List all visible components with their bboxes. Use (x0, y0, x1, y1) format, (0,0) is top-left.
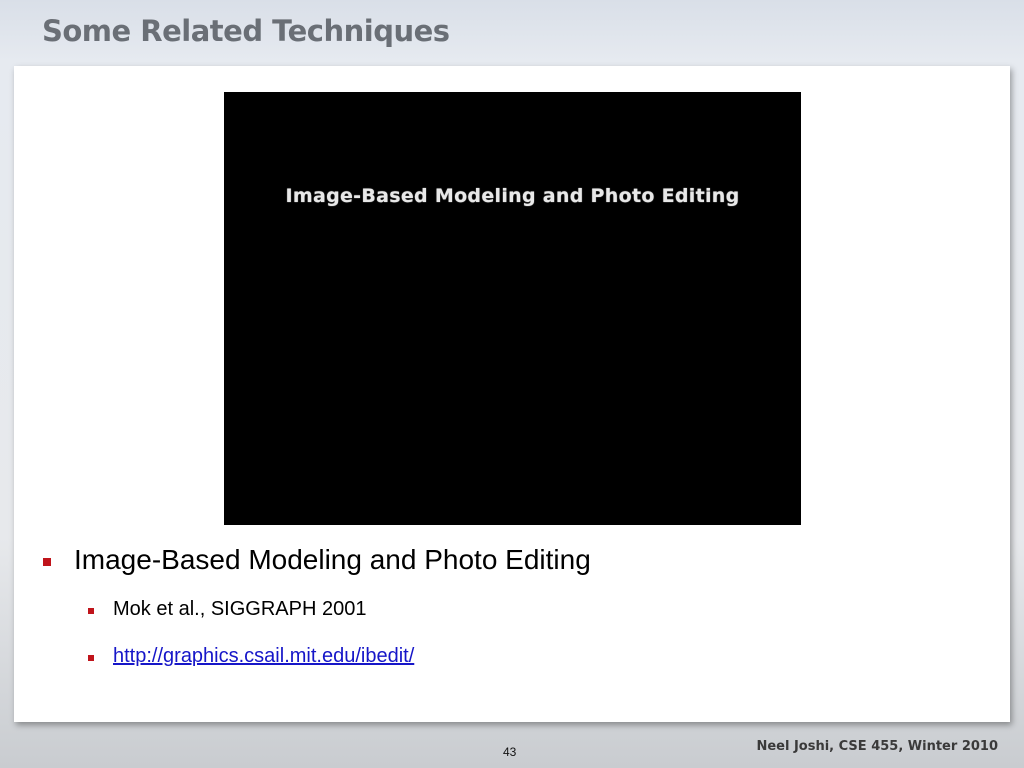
footer-credit: Neel Joshi, CSE 455, Winter 2010 (756, 739, 998, 754)
bullet-marker-icon (88, 655, 94, 661)
bullet-link: http://graphics.csail.mit.edu/ibedit/ (88, 645, 414, 668)
content-panel: Image-Based Modeling and Photo Editing I… (14, 66, 1010, 722)
video-frame[interactable]: Image-Based Modeling and Photo Editing (224, 92, 801, 525)
bullet-marker-icon (43, 558, 51, 566)
project-link[interactable]: http://graphics.csail.mit.edu/ibedit/ (113, 645, 414, 667)
bullet-marker-icon (88, 608, 94, 614)
bullet-main: Image-Based Modeling and Photo Editing (43, 544, 591, 576)
bullet-citation: Mok et al., SIGGRAPH 2001 (88, 598, 367, 621)
video-caption: Image-Based Modeling and Photo Editing (285, 185, 740, 207)
bullet-citation-text: Mok et al., SIGGRAPH 2001 (113, 598, 367, 620)
slide-number: 43 (503, 745, 517, 759)
bullet-main-text: Image-Based Modeling and Photo Editing (74, 544, 591, 575)
slide-title: Some Related Techniques (42, 14, 450, 48)
